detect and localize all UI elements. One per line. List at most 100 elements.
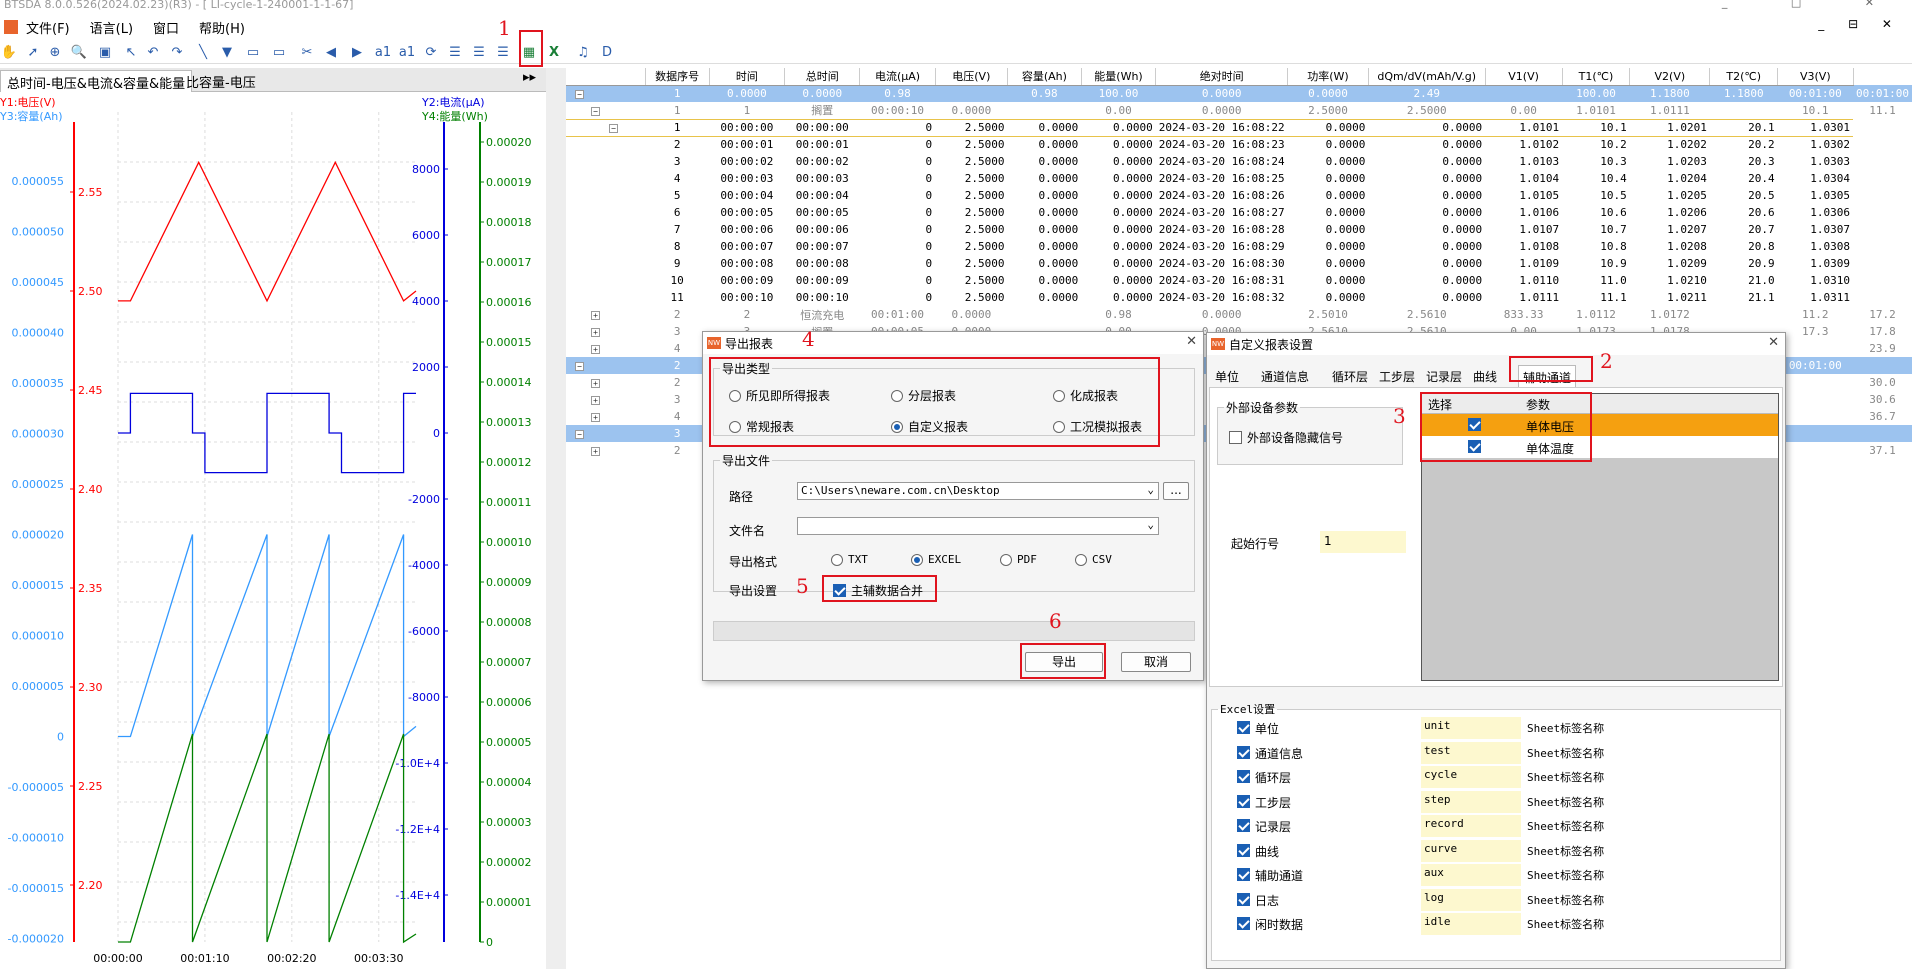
radio-format-excel[interactable]: EXCEL — [911, 553, 961, 566]
checkbox-checked-icon[interactable] — [1237, 917, 1250, 930]
radio-format-txt[interactable]: TXT — [831, 553, 868, 566]
sheet-name-input[interactable]: curve — [1421, 839, 1521, 862]
refresh-icon[interactable]: ⟳ — [422, 43, 440, 61]
menu-window[interactable]: 窗口 — [153, 18, 179, 37]
tree-cell[interactable] — [566, 272, 645, 289]
collapse-icon[interactable]: − — [575, 430, 584, 439]
table-row[interactable]: 4 00:00:03 00:00:03 0 2.5000 0.0000 0.0000 2024… — [566, 170, 1912, 187]
expand-icon[interactable]: + — [591, 328, 600, 337]
column-header[interactable]: V2(V) — [1629, 68, 1711, 86]
tab-record[interactable]: 记录层 — [1422, 365, 1466, 388]
checkbox-checked-icon[interactable] — [1237, 868, 1250, 881]
tree-cell[interactable]: − — [566, 357, 646, 374]
table-row[interactable]: −1 00:00:00 00:00:00 0 2.5000 0.0000 0.0000 202… — [566, 118, 1912, 137]
collapse-icon[interactable]: − — [591, 106, 600, 116]
table-row[interactable]: +2 2 恒流充电 00:01:00 0.0000 0.98 0.0000 2.5010 2.5… — [566, 306, 1912, 323]
column-header[interactable] — [566, 68, 646, 86]
sheet-name-input[interactable]: log — [1421, 888, 1521, 911]
tab-curve[interactable]: 曲线 — [1469, 365, 1501, 388]
window-controls[interactable]: _ □ ✕ — [1722, 0, 1904, 9]
sheet-name-input[interactable]: test — [1421, 741, 1521, 764]
cancel-button[interactable]: 取消 — [1121, 652, 1191, 672]
checkbox-checked-icon[interactable] — [1237, 721, 1250, 734]
expand-icon[interactable]: + — [591, 311, 600, 320]
tab-cycle[interactable]: 循环层 — [1328, 365, 1372, 388]
next-icon[interactable]: ▶ — [348, 43, 366, 61]
tool-icon[interactable]: ✂ — [298, 43, 316, 61]
tab-time-voltage[interactable]: 总时间-电压&电流&容量&能量 — [0, 70, 193, 92]
line-chart[interactable]: Y1:电压(V)Y3:容量(Ah) Y2:电流(μA)Y4:能量(Wh) 2.55 2… — [0, 92, 546, 969]
column-header[interactable]: dQm/dV(mAh/V.g) — [1368, 68, 1486, 86]
column-header[interactable]: 总时间 — [784, 68, 861, 86]
mdi-controls[interactable]: _ ⊟ ✕ — [1818, 17, 1902, 31]
table-row[interactable]: 9 00:00:08 00:00:08 0 2.5000 0.0000 0.0000 2024… — [566, 255, 1912, 272]
sheet-name-input[interactable]: idle — [1421, 913, 1521, 935]
column-header[interactable]: T1(℃) — [1562, 68, 1631, 86]
expand-icon[interactable]: + — [591, 396, 600, 405]
column-header[interactable]: T2(℃) — [1709, 68, 1779, 86]
table-row[interactable]: 3 00:00:02 00:00:02 0 2.5000 0.0000 0.0000 2024… — [566, 153, 1912, 170]
tree-cell[interactable]: + — [566, 340, 645, 357]
zoom-icon[interactable]: 🔍 — [70, 43, 88, 61]
sheet-name-input[interactable]: cycle — [1421, 766, 1521, 788]
table-row[interactable]: −1 0.0000 0.0000 0.98 0.98 100.00 0.0000 0.0000… — [566, 85, 1912, 102]
tree-cell[interactable]: + — [566, 323, 645, 340]
pointer-icon[interactable]: ➚ — [24, 43, 42, 61]
excel-icon[interactable]: X — [545, 43, 563, 61]
tree-cell[interactable] — [566, 170, 645, 187]
column-header[interactable]: V3(V) — [1777, 68, 1854, 86]
expand-icon[interactable]: + — [591, 413, 600, 422]
first-icon[interactable]: ◀ — [322, 43, 340, 61]
tree-cell[interactable]: − — [566, 85, 646, 102]
d-icon[interactable]: D — [598, 43, 616, 61]
redo-icon[interactable]: ↷ — [168, 43, 186, 61]
sheet-name-input[interactable]: step — [1421, 790, 1521, 813]
tab-specific-capacity[interactable]: 比容量-电压 — [180, 70, 262, 92]
hide-signal-checkbox[interactable]: 外部设备隐藏信号 — [1229, 429, 1343, 446]
tree-cell[interactable] — [566, 136, 645, 153]
expand-icon[interactable]: + — [591, 379, 600, 388]
checkbox-checked-icon[interactable] — [1237, 892, 1250, 906]
tree-cell[interactable] — [566, 187, 645, 204]
radio-format-pdf[interactable]: PDF — [1000, 553, 1037, 566]
collapse-icon[interactable]: − — [609, 124, 618, 133]
label-icon[interactable]: a1 — [374, 43, 392, 61]
label2-icon[interactable]: a1 — [398, 43, 416, 61]
table-row[interactable]: 10 00:00:09 00:00:09 0 2.5000 0.0000 0.0000 202… — [566, 272, 1912, 289]
folder-icon[interactable]: ▭ — [244, 43, 262, 61]
tab-channel-info[interactable]: 通道信息 — [1257, 365, 1313, 388]
table-row[interactable]: 5 00:00:04 00:00:04 0 2.5000 0.0000 0.0000 2024… — [566, 187, 1912, 204]
column-header[interactable]: 能量(Wh) — [1081, 68, 1157, 86]
browse-button[interactable]: ... — [1163, 482, 1189, 500]
start-row-input[interactable]: 1 — [1320, 531, 1406, 553]
column-header[interactable]: 容量(Ah) — [1007, 68, 1082, 86]
tree-cell[interactable] — [566, 238, 645, 255]
table-row[interactable]: − 1 1 搁置 00:00:10 0.0000 0.00 0.0000 2.5000 2.500… — [566, 102, 1912, 119]
path-combobox[interactable]: C:\Users\neware.com.cn\Desktop ⌄ — [797, 482, 1159, 500]
tree-cell[interactable]: − — [566, 118, 646, 137]
column-header[interactable]: V1(V) — [1485, 68, 1563, 86]
filter-icon[interactable]: ▼ — [218, 43, 236, 61]
image-icon[interactable]: ▣ — [96, 43, 114, 61]
tree-cell[interactable] — [566, 255, 645, 272]
tab-unit[interactable]: 单位 — [1211, 365, 1243, 388]
checkbox-checked-icon[interactable] — [1237, 794, 1250, 808]
menu-help[interactable]: 帮助(H) — [199, 18, 245, 37]
list2-icon[interactable]: ☰ — [470, 43, 488, 61]
column-header[interactable]: 电流(μA) — [859, 68, 936, 86]
expand-icon[interactable]: + — [591, 447, 600, 456]
column-header[interactable]: 功率(W) — [1287, 68, 1369, 86]
folder-edit-icon[interactable]: ▭ — [270, 43, 288, 61]
tab-scroll-icon[interactable]: ▸▸ — [523, 70, 536, 85]
tree-cell[interactable]: + — [566, 391, 645, 408]
data-icon[interactable]: ♫ — [574, 43, 592, 61]
table-row[interactable]: 8 00:00:07 00:00:07 0 2.5000 0.0000 0.0000 2024… — [566, 238, 1912, 255]
tree-cell[interactable] — [566, 221, 645, 238]
checkbox-checked-icon[interactable] — [1237, 843, 1250, 857]
menu-language[interactable]: 语言(L) — [90, 18, 133, 37]
column-header[interactable]: 时间 — [709, 68, 786, 86]
collapse-icon[interactable]: − — [575, 90, 584, 100]
tree-cell[interactable]: − — [566, 102, 645, 119]
arrow-icon[interactable]: ↖ — [122, 43, 140, 61]
sheet-name-input[interactable]: unit — [1421, 717, 1521, 739]
